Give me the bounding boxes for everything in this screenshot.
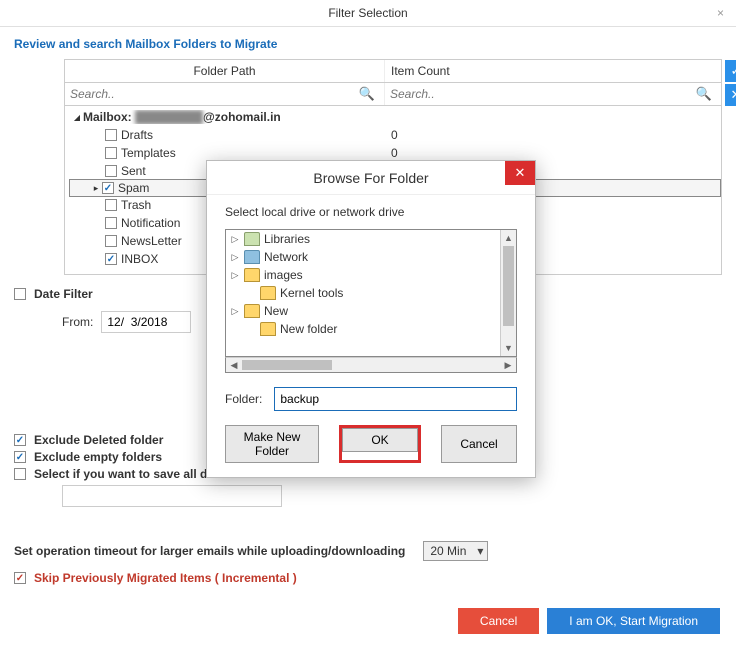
skip-checkbox[interactable] (14, 572, 26, 584)
expander-icon[interactable] (230, 270, 240, 281)
review-title: Review and search Mailbox Folders to Mig… (14, 37, 722, 51)
folder-tree-container: Libraries Network images Kernel tools Ne… (225, 229, 517, 373)
make-new-folder-button[interactable]: Make New Folder (225, 425, 319, 463)
expander-icon[interactable] (71, 111, 83, 123)
folder-name-input[interactable] (274, 387, 517, 411)
ok-button[interactable]: OK (342, 428, 418, 452)
from-label: From: (62, 315, 93, 329)
scroll-thumb-h[interactable] (242, 360, 332, 370)
expander-icon[interactable] (230, 306, 240, 317)
folder-icon (260, 286, 276, 300)
browse-dialog-buttons: Make New Folder OK Cancel (225, 425, 517, 463)
scroll-down-icon[interactable]: ▼ (501, 340, 516, 356)
date-filter-checkbox[interactable] (14, 288, 26, 300)
col-header-count[interactable]: Item Count (385, 60, 721, 82)
mailbox-row[interactable]: Mailbox: ████████@zohomail.in (69, 108, 721, 126)
scroll-right-icon[interactable]: ▶ (500, 360, 516, 371)
table-row[interactable]: Drafts 0 (69, 126, 721, 144)
search-icon[interactable]: 🔍 (692, 86, 716, 102)
folder-item: New (226, 302, 500, 320)
folder-icon (244, 304, 260, 318)
expander-icon[interactable] (230, 252, 240, 263)
email-blurred: ████████ (135, 110, 203, 124)
scrollbar-vertical[interactable]: ▲ ▼ (500, 230, 516, 356)
select-all-icon[interactable]: ✓ (725, 60, 736, 82)
timeout-select[interactable]: 20 Min (423, 541, 488, 561)
skip-row: Skip Previously Migrated Items ( Increme… (14, 571, 722, 585)
checkbox[interactable] (105, 129, 117, 141)
close-icon[interactable]: × (717, 6, 724, 20)
folder-tree[interactable]: Libraries Network images Kernel tools Ne… (226, 230, 500, 356)
search-icon[interactable]: 🔍 (355, 86, 379, 102)
expander-icon[interactable] (230, 234, 240, 245)
search-count-input[interactable] (390, 87, 692, 101)
browse-title: Browse For Folder (313, 170, 428, 186)
libraries-icon (244, 232, 260, 246)
search-path-input[interactable] (70, 87, 355, 101)
browse-cancel-button[interactable]: Cancel (441, 425, 517, 463)
cancel-button[interactable]: Cancel (458, 608, 539, 634)
checkbox[interactable] (105, 147, 117, 159)
col-header-path[interactable]: Folder Path (65, 60, 385, 82)
browse-close-icon[interactable]: ✕ (505, 161, 535, 185)
scrollbar-horizontal[interactable]: ◀ ▶ (225, 357, 517, 373)
folder-input-row: Folder: (225, 387, 517, 411)
date-filter-label: Date Filter (34, 287, 93, 301)
folder-item: images (226, 266, 500, 284)
table-header: Folder Path Item Count (65, 60, 721, 83)
row-pointer-icon (90, 182, 102, 194)
exclude-empty-checkbox[interactable] (14, 451, 26, 463)
from-date-input[interactable] (101, 311, 191, 333)
folder-item: New folder (226, 320, 500, 338)
start-migration-button[interactable]: I am OK, Start Migration (547, 608, 720, 634)
timeout-row: Set operation timeout for larger emails … (14, 541, 722, 561)
scroll-up-icon[interactable]: ▲ (501, 230, 516, 246)
save-all-checkbox[interactable] (14, 468, 26, 480)
window-title: Filter Selection (328, 6, 407, 20)
window-header: Filter Selection × (0, 0, 736, 27)
network-icon (244, 250, 260, 264)
clear-all-icon[interactable]: ✕ (725, 84, 736, 106)
checkbox[interactable] (105, 253, 117, 265)
folder-icon (244, 268, 260, 282)
checkbox[interactable] (105, 217, 117, 229)
scroll-thumb[interactable] (503, 246, 514, 326)
exclude-deleted-checkbox[interactable] (14, 434, 26, 446)
save-path-input[interactable] (62, 485, 282, 507)
side-actions: ✓ ✕ (725, 60, 736, 108)
folder-item: Network (226, 248, 500, 266)
checkbox[interactable] (105, 199, 117, 211)
folder-icon (260, 322, 276, 336)
checkbox[interactable] (102, 182, 114, 194)
checkbox[interactable] (105, 235, 117, 247)
scroll-left-icon[interactable]: ◀ (226, 360, 242, 371)
browse-header: Browse For Folder ✕ (207, 161, 535, 195)
folder-item: Libraries (226, 230, 500, 248)
folder-label: Folder: (225, 392, 262, 406)
search-row: 🔍 🔍 (65, 83, 721, 106)
browse-label: Select local drive or network drive (225, 205, 517, 219)
ok-button-highlight: OK (339, 425, 421, 463)
folder-item: Kernel tools (226, 284, 500, 302)
bottom-buttons: Cancel I am OK, Start Migration (458, 608, 720, 634)
checkbox[interactable] (105, 165, 117, 177)
browse-folder-dialog: Browse For Folder ✕ Select local drive o… (206, 160, 536, 478)
